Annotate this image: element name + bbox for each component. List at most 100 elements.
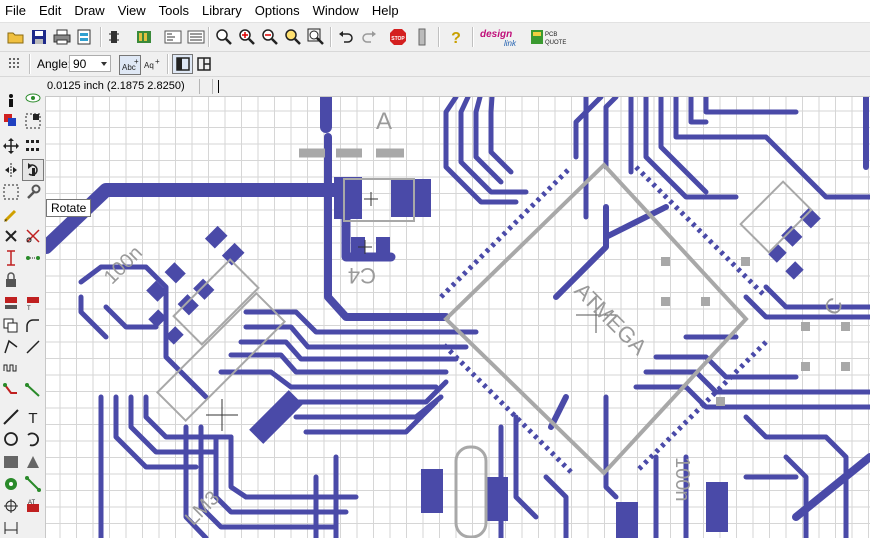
silk-marks — [661, 257, 850, 406]
menu-draw[interactable]: Draw — [69, 0, 112, 22]
lock-icon[interactable] — [2, 271, 20, 289]
layout-single-icon[interactable] — [172, 54, 193, 74]
zoom-icon[interactable] — [214, 27, 234, 47]
pcbquote-logo[interactable]: PCB QUOTE — [530, 26, 570, 48]
zoom-area-icon[interactable] — [283, 27, 303, 47]
fragment-a-label: A — [376, 108, 392, 135]
designlink-logo[interactable]: design link — [478, 26, 524, 48]
zoom-in-icon[interactable] — [237, 27, 257, 47]
svg-text:AT: AT — [28, 500, 36, 506]
route-icon[interactable] — [24, 475, 42, 493]
chevron-down-icon[interactable] — [101, 62, 107, 66]
layers-icon[interactable] — [2, 112, 20, 130]
open-folder-icon[interactable] — [6, 27, 26, 47]
bom-icon[interactable] — [186, 27, 206, 47]
netlist-icon[interactable] — [163, 27, 183, 47]
toolbar-separator — [330, 27, 332, 47]
measure-icon[interactable] — [2, 249, 20, 267]
dimension-icon[interactable] — [2, 519, 20, 537]
svg-text:Aq: Aq — [144, 61, 154, 70]
polyline-icon[interactable] — [2, 338, 20, 356]
menu-help[interactable]: Help — [367, 0, 407, 22]
delete-icon[interactable] — [2, 227, 20, 245]
status-cursor — [218, 80, 219, 93]
toolbar-separator — [208, 27, 210, 47]
svg-text:T: T — [28, 410, 37, 424]
toolbar-separator — [167, 54, 169, 74]
svg-text:link: link — [504, 39, 517, 48]
info-icon[interactable] — [2, 91, 20, 109]
pcb-layout: C4 ATMEGA LM3 100n 100n A C — [46, 97, 870, 538]
undo-icon[interactable] — [336, 27, 356, 47]
move-icon[interactable] — [2, 137, 20, 155]
select-box-icon[interactable] — [2, 183, 20, 201]
meander-icon[interactable] — [2, 359, 20, 377]
text-icon[interactable]: T — [24, 408, 42, 426]
menu-bar: File Edit Draw View Tools Library Option… — [0, 0, 870, 23]
fill-poly-icon[interactable] — [24, 453, 42, 471]
menu-tools[interactable]: Tools — [154, 0, 197, 22]
svg-text:STOP: STOP — [391, 36, 405, 42]
component-icon[interactable] — [104, 27, 124, 47]
toolbar-separator — [100, 27, 102, 47]
pad-top-icon[interactable]: T — [24, 294, 42, 312]
menu-edit[interactable]: Edit — [34, 0, 69, 22]
arc-icon[interactable] — [24, 430, 42, 448]
status-field — [200, 79, 213, 94]
copy-icon[interactable] — [2, 317, 20, 335]
c4-label: C4 — [348, 263, 376, 288]
layout-split-icon[interactable] — [194, 54, 214, 73]
save-icon[interactable] — [29, 27, 49, 47]
stop-icon[interactable]: STOP — [388, 27, 408, 47]
corner-icon[interactable] — [24, 317, 42, 335]
help-icon[interactable]: ? — [446, 27, 466, 47]
coordinate-readout: 0.0125 inch (2.1875 2.8250) — [47, 79, 200, 94]
svg-text:+: + — [134, 57, 139, 66]
connect-icon[interactable] — [24, 249, 42, 267]
text-mirror-icon[interactable]: Aq + — [142, 55, 162, 75]
mirror-icon[interactable] — [2, 161, 20, 179]
component-move-icon[interactable] — [24, 137, 42, 155]
toolbar-separator — [472, 27, 474, 47]
main-toolbar: STOP ? design link PCB QUOTE — [0, 23, 870, 52]
pin-icon[interactable] — [2, 497, 20, 515]
menu-library[interactable]: Library — [197, 0, 250, 22]
trace-red-icon[interactable] — [2, 381, 20, 399]
silk-text: C4 ATMEGA LM3 100n 100n A C — [100, 108, 848, 530]
text-style-icon[interactable]: Abc + — [119, 55, 141, 75]
library-book-icon[interactable] — [134, 27, 154, 47]
attribute-icon[interactable]: AT — [24, 497, 42, 515]
toolbar-separator — [438, 27, 440, 47]
menu-window[interactable]: Window — [308, 0, 367, 22]
cap-100n-label-b: 100n — [671, 457, 693, 502]
line-draw-icon[interactable] — [24, 338, 42, 356]
print-preview-icon[interactable] — [75, 27, 95, 47]
zoom-out-icon[interactable] — [260, 27, 280, 47]
scrollbar-icon[interactable] — [412, 27, 432, 47]
silkscreen — [155, 148, 813, 538]
zoom-fit-icon[interactable] — [306, 27, 326, 47]
select-region-icon[interactable] — [24, 112, 42, 130]
atmega-label: ATMEGA — [570, 278, 652, 360]
menu-view[interactable]: View — [113, 0, 154, 22]
pad-bottom-icon[interactable] — [2, 294, 20, 312]
trace-green-icon[interactable] — [24, 381, 42, 399]
pcb-canvas[interactable]: C4 ATMEGA LM3 100n 100n A C — [46, 97, 870, 538]
svg-text:T: T — [27, 306, 31, 311]
rotate-icon[interactable] — [22, 159, 44, 181]
wrench-icon[interactable] — [24, 183, 42, 201]
print-icon[interactable] — [52, 27, 72, 47]
cut-trace-icon[interactable] — [24, 227, 42, 245]
menu-file[interactable]: File — [0, 0, 34, 22]
circle-icon[interactable] — [2, 430, 20, 448]
line-icon[interactable] — [2, 408, 20, 426]
visibility-eye-icon[interactable] — [24, 89, 42, 107]
toolbar-separator — [29, 54, 31, 74]
menu-options[interactable]: Options — [250, 0, 308, 22]
via-icon[interactable] — [2, 475, 20, 493]
fill-rect-icon[interactable] — [2, 453, 20, 471]
pencil-icon[interactable] — [2, 206, 20, 224]
svg-text:PCB: PCB — [545, 32, 557, 38]
svg-text:?: ? — [451, 30, 461, 46]
redo-icon[interactable] — [359, 27, 379, 47]
